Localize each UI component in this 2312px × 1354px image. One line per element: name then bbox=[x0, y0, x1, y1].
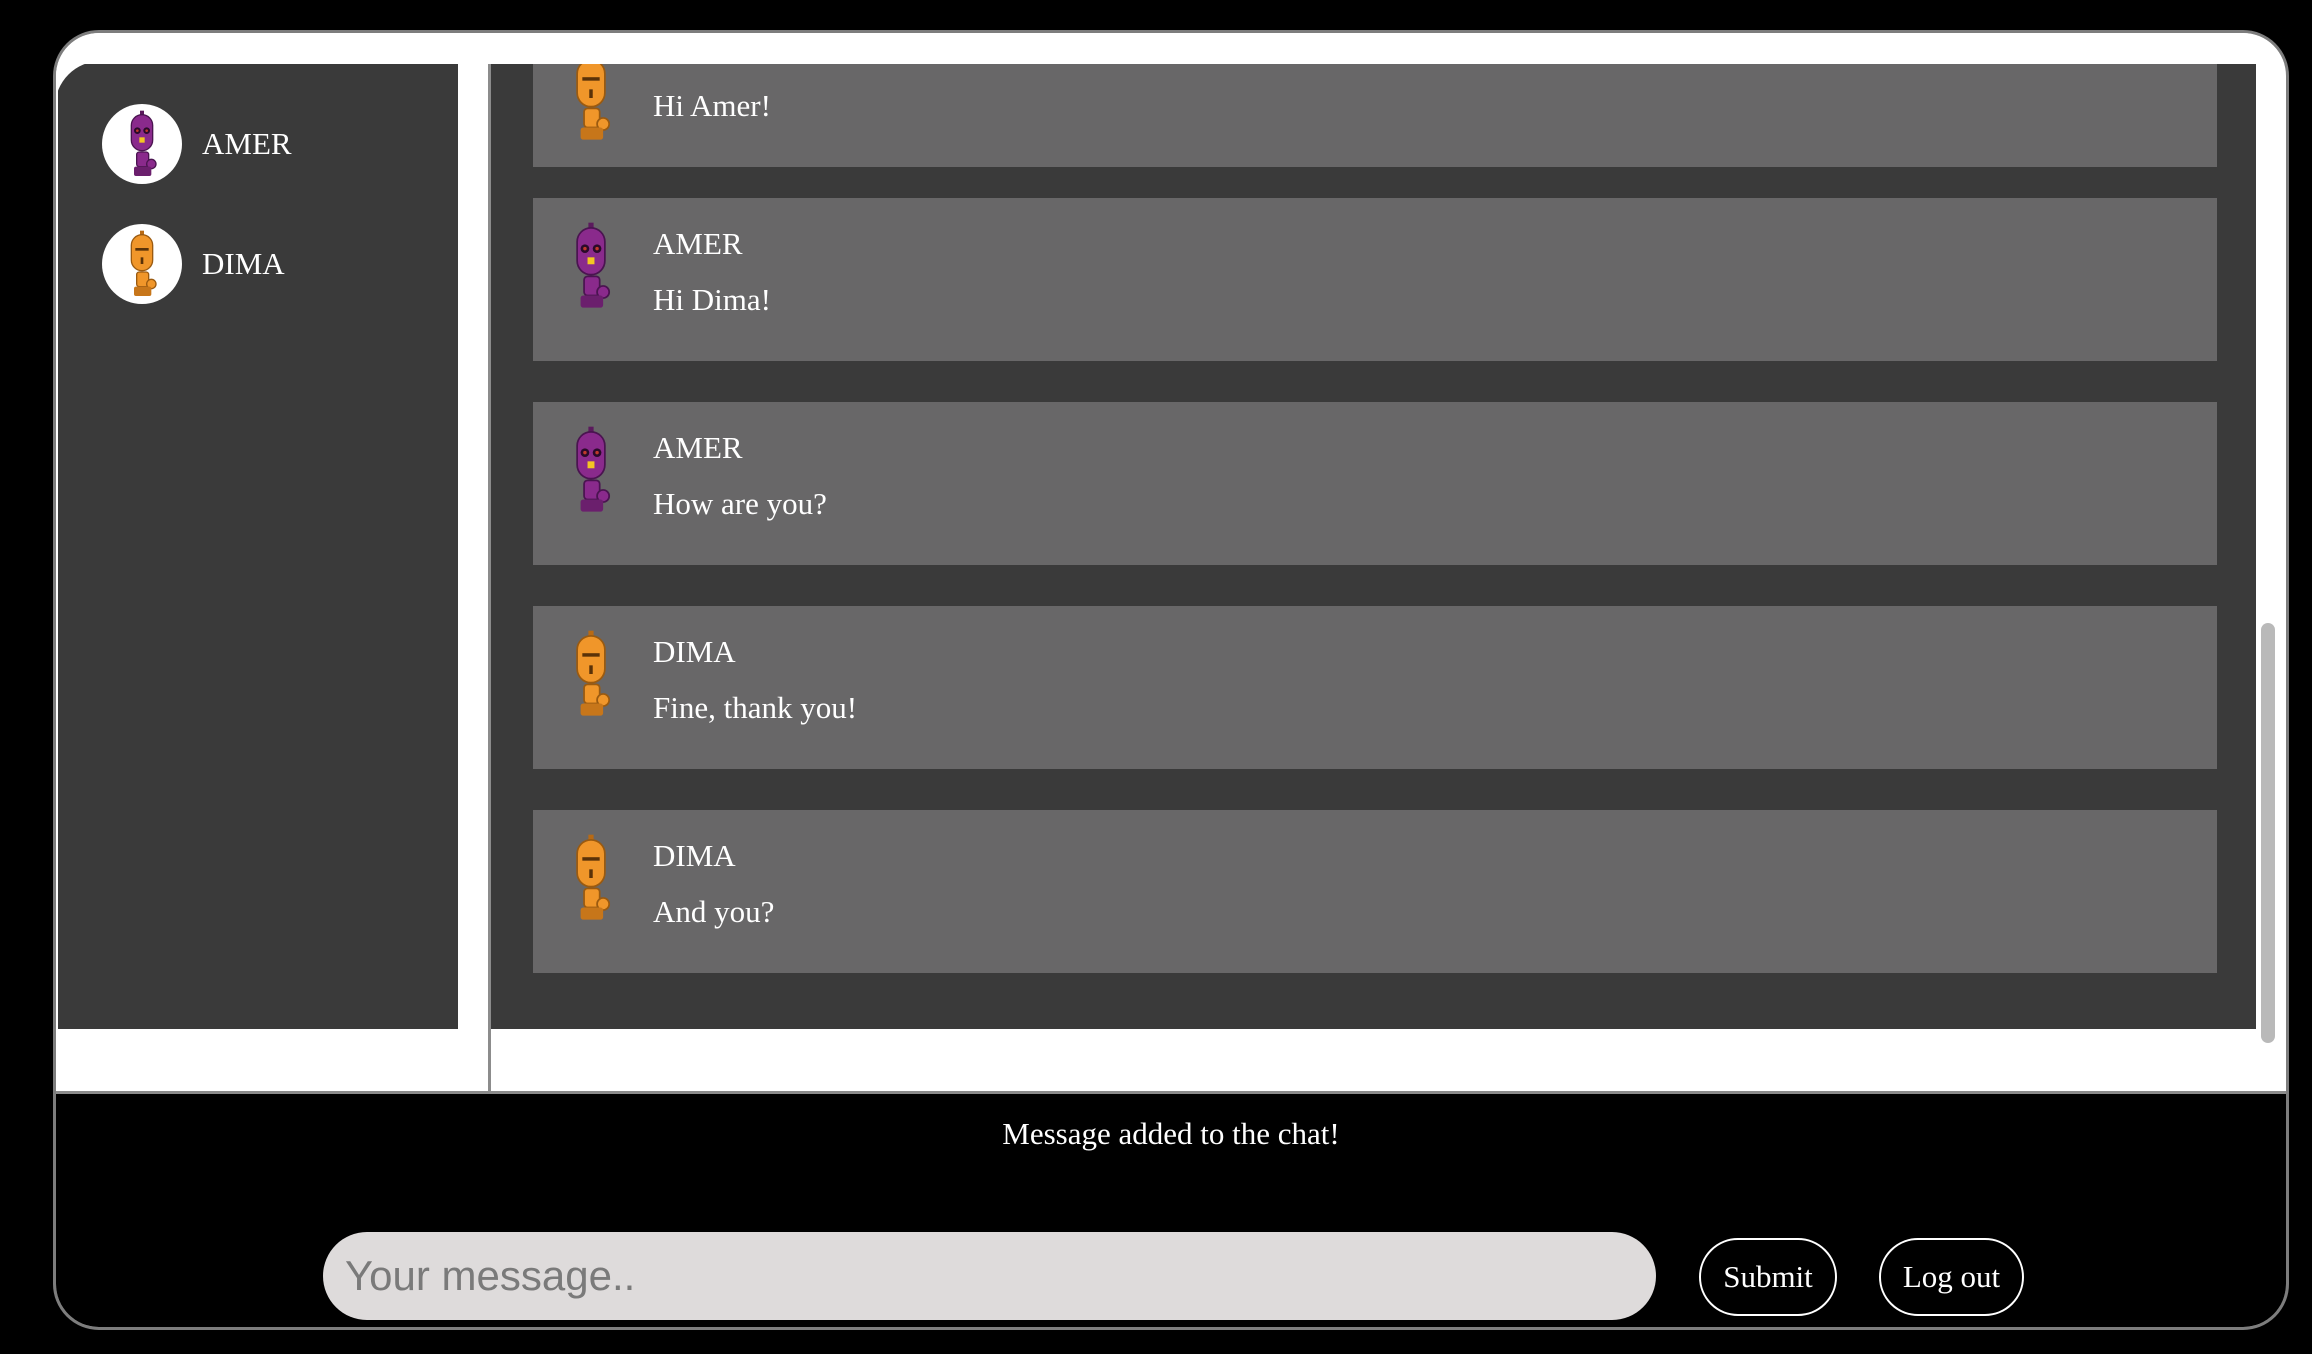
message-author: AMER bbox=[653, 430, 743, 465]
orange-robot-icon bbox=[565, 624, 617, 724]
user-sidebar: AMER DIMA bbox=[58, 64, 458, 1029]
purple-robot-icon bbox=[565, 216, 617, 316]
submit-button[interactable]: Submit bbox=[1699, 1238, 1837, 1316]
chat-messages-panel[interactable]: Hi Amer! AMER Hi Dima! AMER How are you?… bbox=[491, 64, 2256, 1029]
chat-message: Hi Amer! bbox=[533, 64, 2217, 167]
purple-robot-icon bbox=[565, 420, 617, 520]
logout-button[interactable]: Log out bbox=[1879, 1238, 2024, 1316]
message-author: DIMA bbox=[653, 838, 736, 873]
avatar bbox=[102, 224, 182, 304]
chat-message: AMER Hi Dima! bbox=[533, 198, 2217, 361]
chat-message: DIMA And you? bbox=[533, 810, 2217, 973]
composer-area: Message added to the chat! Submit Log ou… bbox=[56, 1091, 2286, 1327]
message-author: DIMA bbox=[653, 634, 736, 669]
status-message: Message added to the chat! bbox=[1002, 1116, 1340, 1151]
orange-robot-icon bbox=[122, 230, 162, 298]
sidebar-user-amer[interactable]: AMER bbox=[102, 104, 292, 184]
message-text: And you? bbox=[653, 894, 775, 929]
sidebar-user-name: DIMA bbox=[202, 246, 285, 281]
window-top-bar bbox=[56, 33, 2286, 64]
message-text: Fine, thank you! bbox=[653, 690, 858, 725]
message-text: How are you? bbox=[653, 486, 827, 521]
app-window: AMER DIMA Hi Amer! AMER Hi Dima! AMER Ho… bbox=[53, 30, 2289, 1330]
chat-message: DIMA Fine, thank you! bbox=[533, 606, 2217, 769]
message-input[interactable] bbox=[323, 1232, 1656, 1320]
sidebar-user-name: AMER bbox=[202, 126, 292, 161]
chat-message: AMER How are you? bbox=[533, 402, 2217, 565]
chat-scrollbar[interactable] bbox=[2261, 623, 2275, 1043]
message-text: Hi Dima! bbox=[653, 282, 771, 317]
message-text: Hi Amer! bbox=[653, 88, 771, 123]
avatar bbox=[102, 104, 182, 184]
orange-robot-icon bbox=[565, 64, 617, 142]
sidebar-user-dima[interactable]: DIMA bbox=[102, 224, 285, 304]
purple-robot-icon bbox=[122, 110, 162, 178]
message-author: AMER bbox=[653, 226, 743, 261]
orange-robot-icon bbox=[565, 828, 617, 928]
